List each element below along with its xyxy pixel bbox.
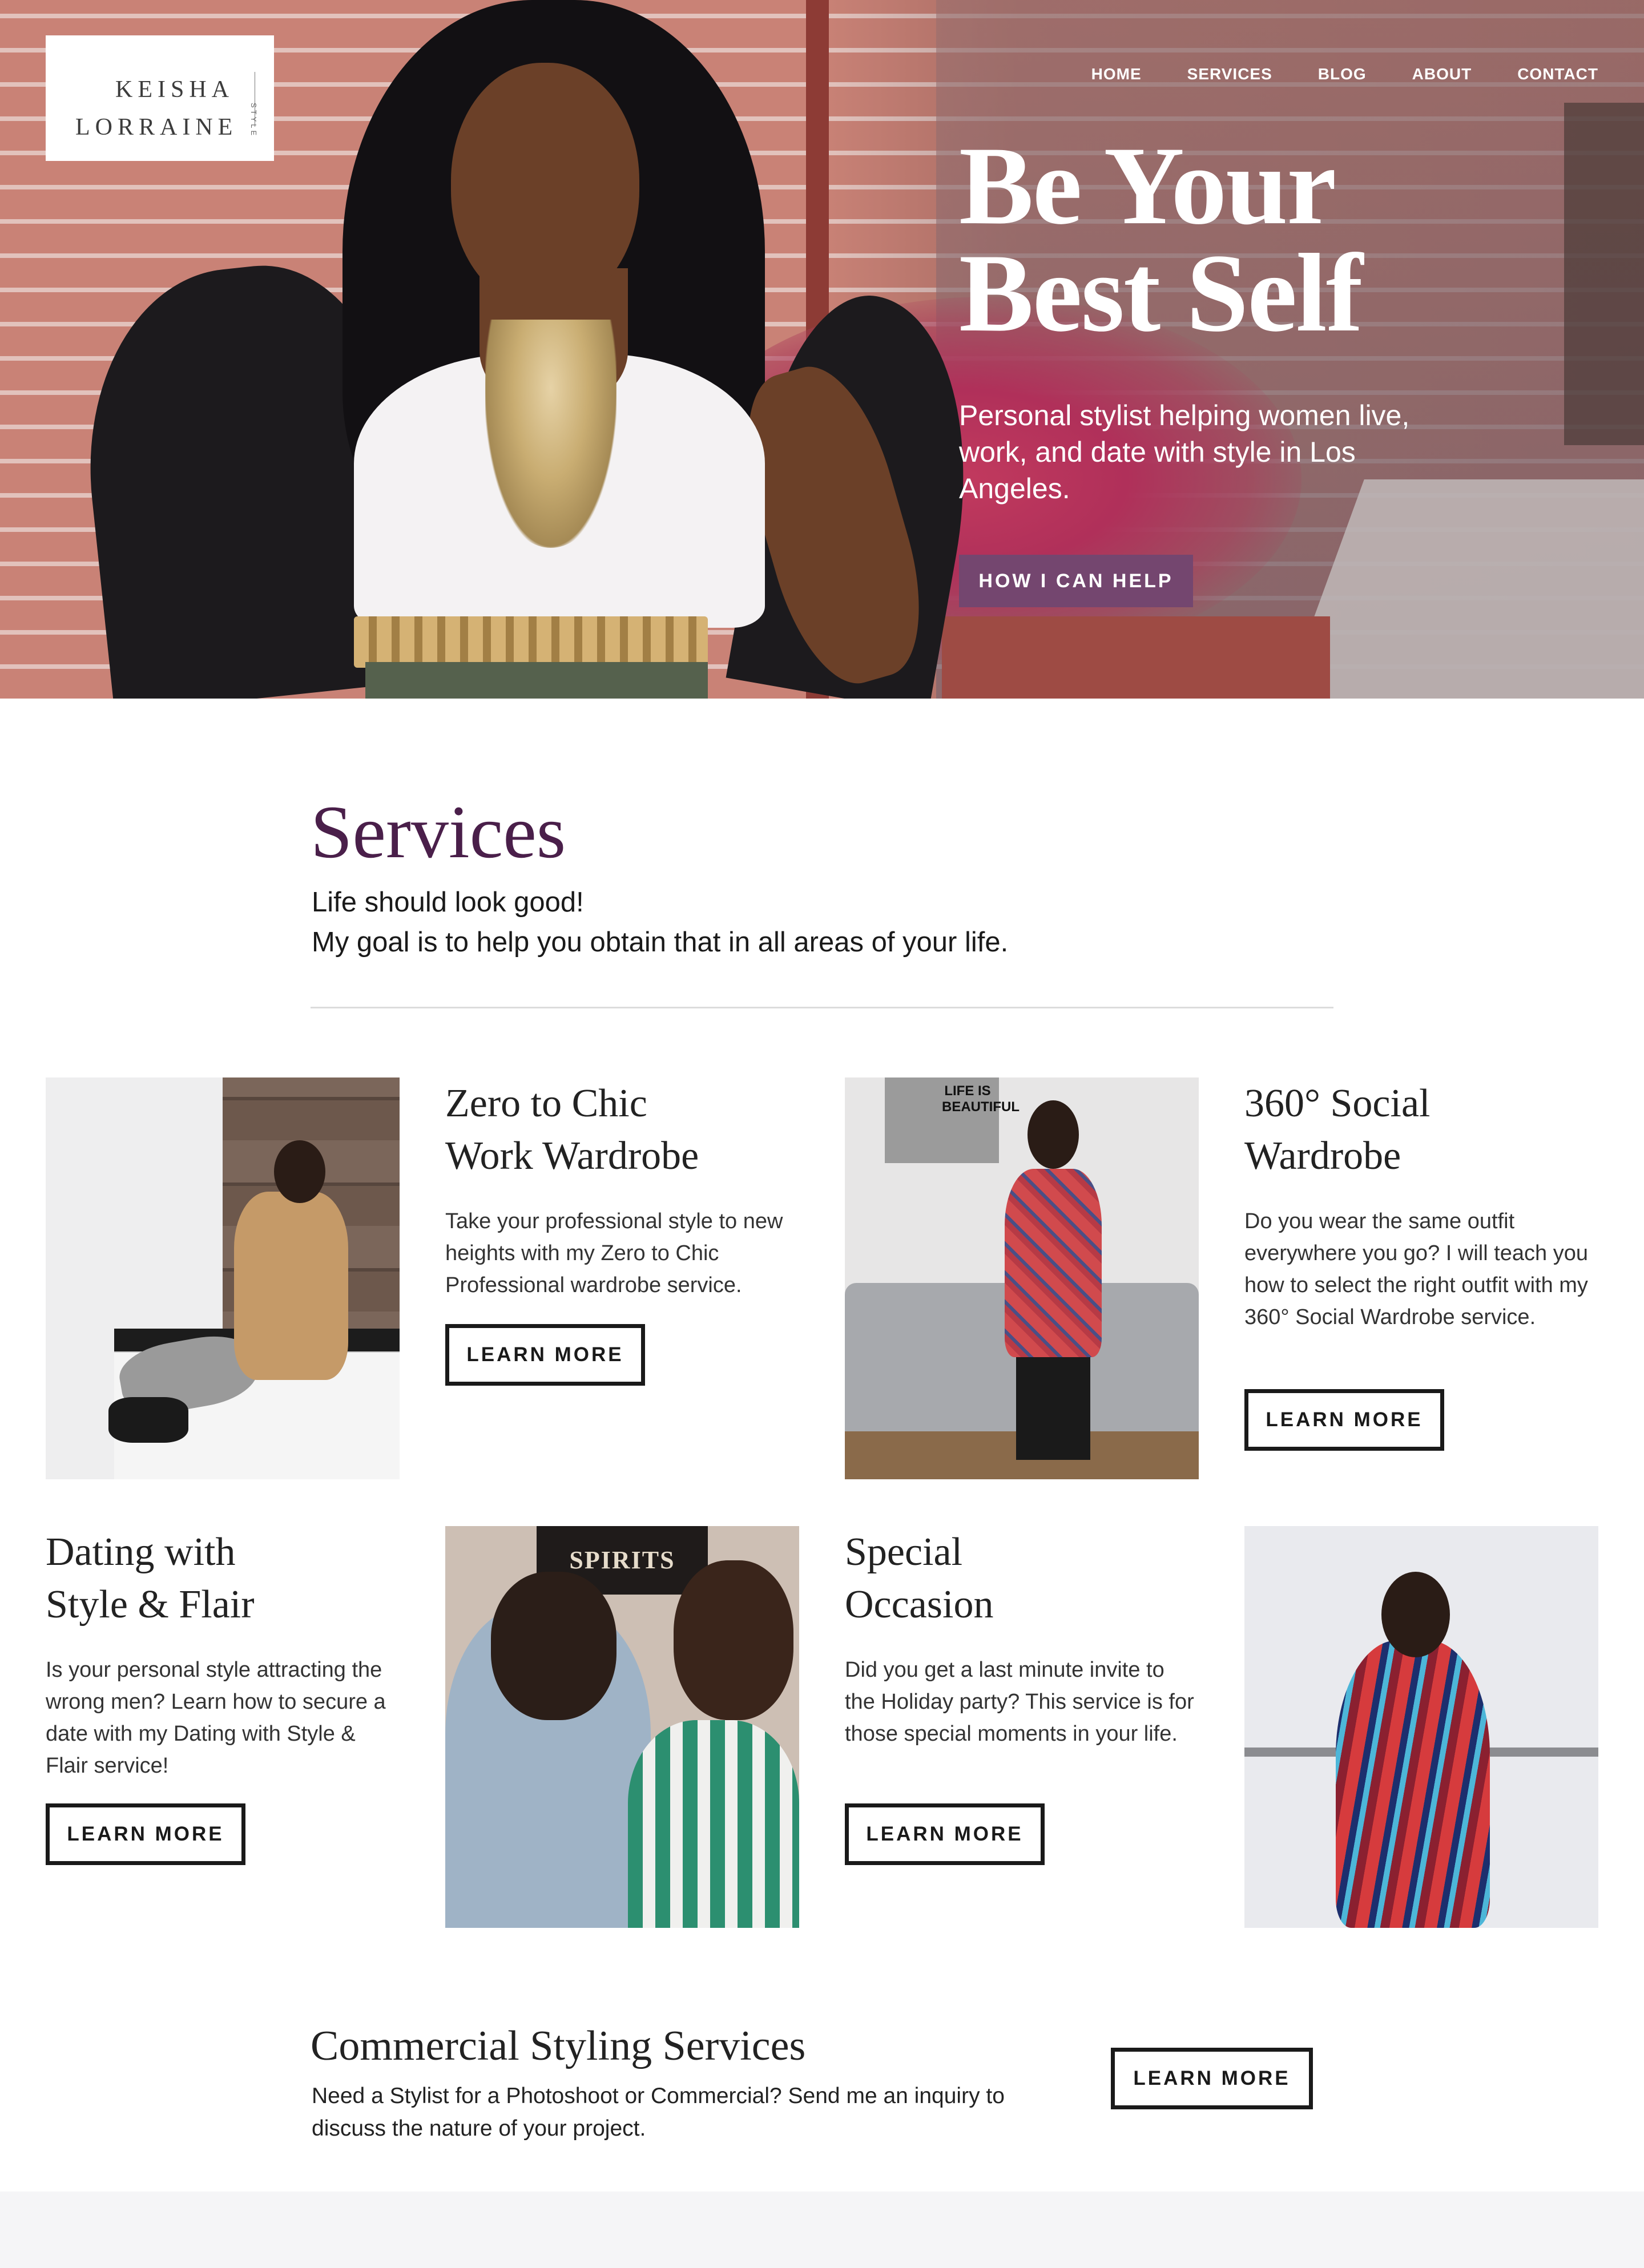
service-title-special-occasion: Special Occasion — [845, 1526, 993, 1631]
service-photo-social-wardrobe: LIFE IS BEAUTIFUL — [845, 1077, 1199, 1479]
hero-photo-skirt — [365, 662, 708, 699]
hero-section: KEISHA LORRAINE STYLE HOME SERVICES BLOG… — [0, 0, 1644, 699]
how-i-can-help-button[interactable]: HOW I CAN HELP — [959, 555, 1193, 607]
commercial-description: Need a Stylist for a Photoshoot or Comme… — [312, 2084, 1005, 2141]
main-nav: HOME SERVICES BLOG ABOUT CONTACT — [1091, 65, 1598, 83]
learn-more-button-social-wardrobe[interactable]: LEARN MORE — [1244, 1389, 1444, 1451]
nav-services[interactable]: SERVICES — [1187, 65, 1272, 83]
service-title-line2: Wardrobe — [1244, 1134, 1401, 1178]
service-title-work-wardrobe: Zero to Chic Work Wardrobe — [445, 1077, 699, 1183]
service-desc-special-occasion: Did you get a last minute invite to the … — [845, 1658, 1194, 1746]
hero-photo-belt — [354, 616, 708, 668]
service-title-line1: Dating with — [46, 1530, 236, 1574]
hero-background-planter — [942, 616, 1330, 699]
learn-more-button-special-occasion[interactable]: LEARN MORE — [845, 1803, 1045, 1865]
services-title: Services — [311, 790, 566, 874]
service-desc-dating: Is your personal style attracting the wr… — [46, 1658, 386, 1778]
photo-head — [1381, 1572, 1450, 1657]
brand-logo[interactable]: KEISHA LORRAINE STYLE — [46, 35, 274, 161]
service-title-dating: Dating with Style & Flair — [46, 1526, 255, 1631]
photo-head — [274, 1140, 325, 1203]
hero-photo-necklace — [485, 320, 616, 548]
photo-sequin-dress — [1336, 1640, 1490, 1928]
photo-sign-text: SPIRITS — [569, 1546, 675, 1574]
brand-name-line2: LORRAINE — [75, 114, 238, 140]
photo-woman-head — [674, 1560, 793, 1720]
service-title-line1: 360° Social — [1244, 1081, 1431, 1125]
learn-more-button-work-wardrobe[interactable]: LEARN MORE — [445, 1324, 645, 1386]
photo-trench-coat — [234, 1192, 348, 1380]
photo-boots — [1016, 1351, 1090, 1460]
service-title-line2: Occasion — [845, 1583, 994, 1627]
service-title-line1: Zero to Chic — [445, 1081, 647, 1125]
photo-plaid-dress — [1005, 1169, 1102, 1357]
learn-more-button-dating[interactable]: LEARN MORE — [46, 1803, 245, 1865]
service-title-line2: Style & Flair — [46, 1583, 255, 1627]
commercial-title: Commercial Styling Services — [311, 2023, 806, 2069]
service-desc-work-wardrobe: Take your professional style to new heig… — [445, 1209, 783, 1297]
brand-name-line1: KEISHA — [115, 76, 234, 103]
services-tagline-line2: My goal is to help you obtain that in al… — [312, 927, 1009, 958]
service-title-line2: Work Wardrobe — [445, 1134, 699, 1178]
photo-poster-text: LIFE IS BEAUTIFUL — [942, 1083, 1020, 1115]
hero-title-line2: Best Self — [959, 231, 1363, 355]
nav-blog[interactable]: BLOG — [1318, 65, 1367, 83]
photo-man-head — [491, 1572, 616, 1720]
service-title-line1: Special — [845, 1530, 963, 1574]
nav-about[interactable]: ABOUT — [1412, 65, 1472, 83]
brand-logo-tag: STYLE — [249, 103, 258, 138]
service-photo-special-occasion — [1244, 1526, 1598, 1928]
services-divider — [311, 1007, 1333, 1008]
service-photo-work-wardrobe — [46, 1077, 400, 1479]
hero-title-line1: Be Your — [959, 124, 1336, 248]
services-tagline-line1: Life should look good! — [312, 887, 584, 918]
hero-photo-face — [451, 63, 639, 308]
photo-woman-dress — [628, 1720, 799, 1928]
hero-title: Be Your Best Self — [959, 124, 1530, 355]
service-title-social-wardrobe: 360° Social Wardrobe — [1244, 1077, 1430, 1183]
hero-background-window — [1564, 103, 1644, 445]
photo-wall-poster: LIFE IS BEAUTIFUL — [885, 1077, 1020, 1163]
photo-head — [1028, 1100, 1079, 1169]
nav-home[interactable]: HOME — [1091, 65, 1142, 83]
hero-subtitle: Personal stylist helping women live, wor… — [959, 399, 1410, 505]
learn-more-button-commercial[interactable]: LEARN MORE — [1111, 2048, 1313, 2109]
service-photo-dating: SPIRITS — [445, 1526, 799, 1928]
nav-contact[interactable]: CONTACT — [1517, 65, 1598, 83]
service-desc-social-wardrobe: Do you wear the same outfit everywhere y… — [1244, 1209, 1588, 1329]
services-tagline: Life should look good! My goal is to hel… — [312, 882, 1339, 962]
brand-logo-text: KEISHA LORRAINE — [75, 71, 269, 146]
photo-boots — [108, 1397, 188, 1443]
footer-band — [0, 2192, 1644, 2268]
